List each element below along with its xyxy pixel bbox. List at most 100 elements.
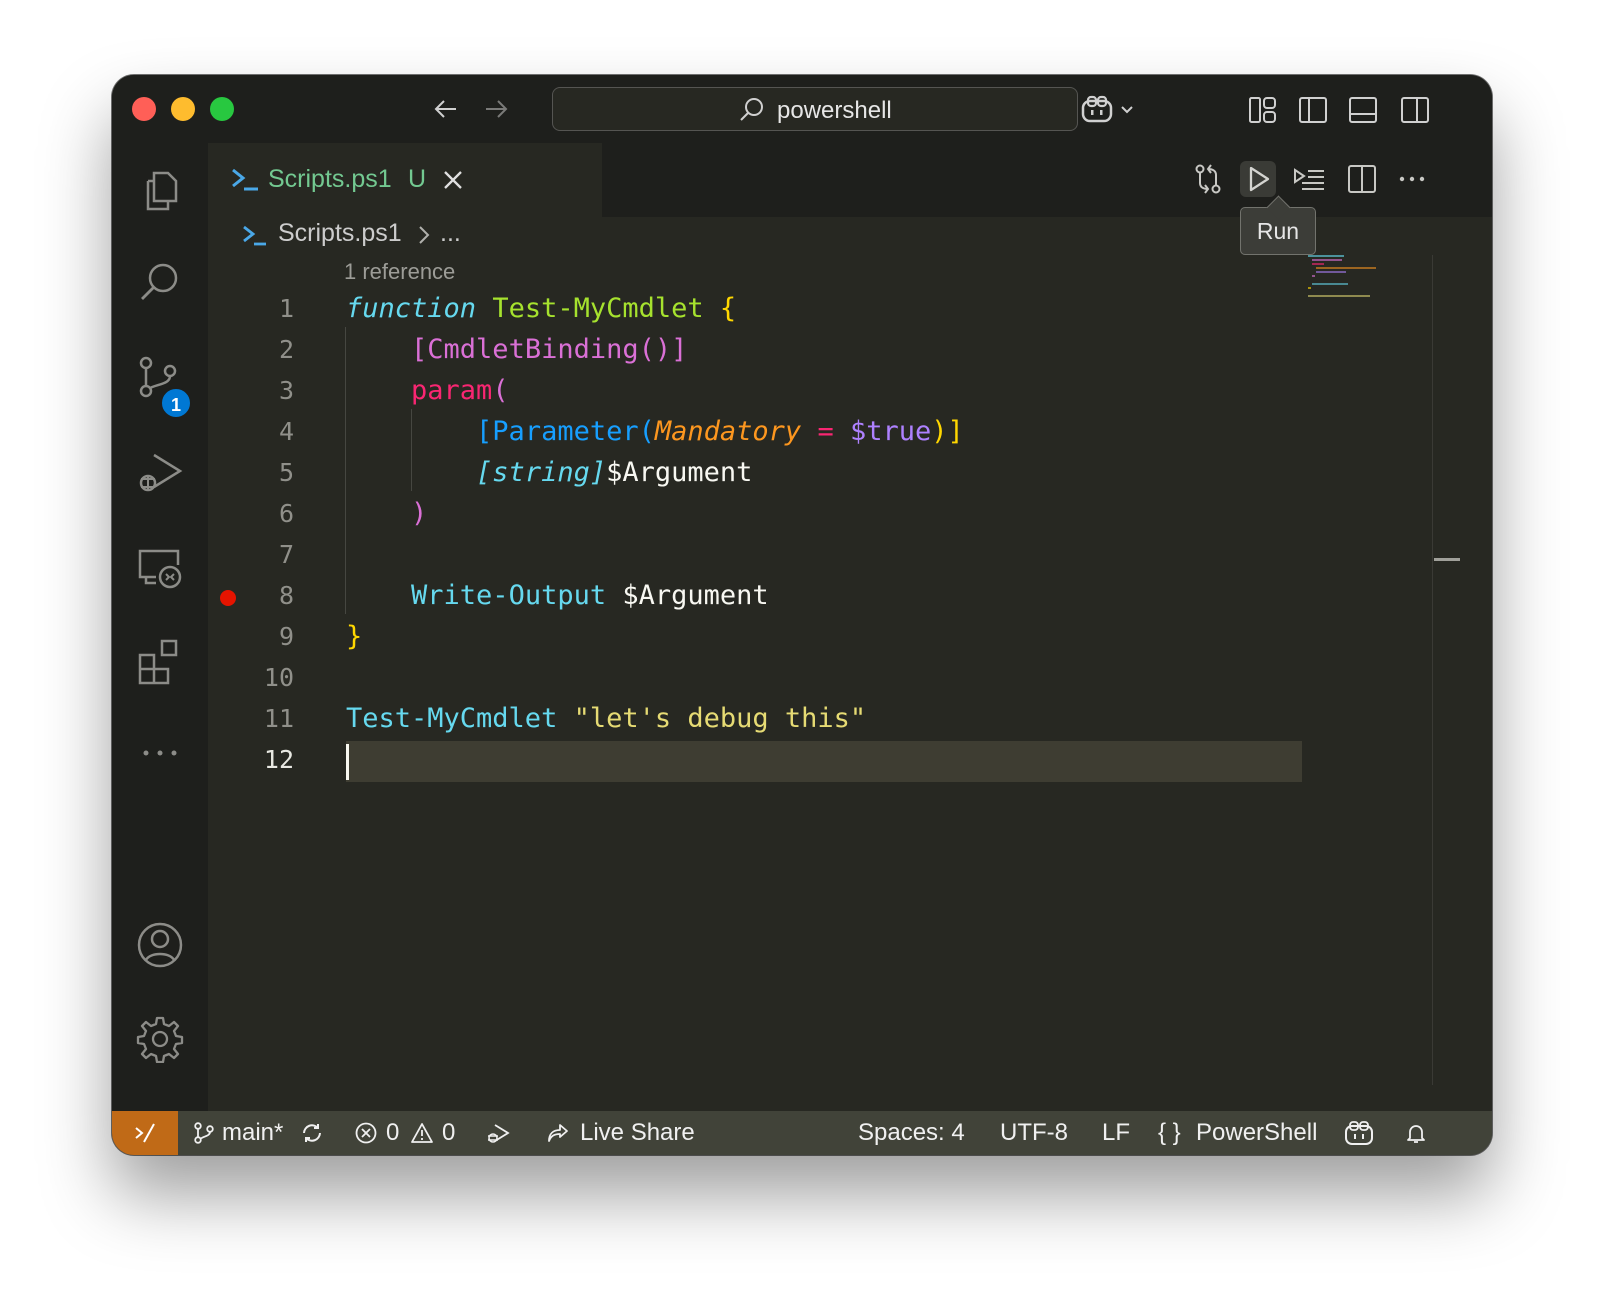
code-line-6: )	[346, 493, 427, 534]
more-views-icon[interactable]	[136, 729, 184, 777]
breadcrumb-file[interactable]: Scripts.ps1	[278, 219, 402, 248]
remote-indicator[interactable]	[112, 1111, 178, 1155]
command-center-text: powershell	[777, 97, 892, 124]
line-number: 8	[278, 581, 294, 610]
accounts-icon[interactable]	[136, 921, 184, 969]
code-line-1: function Test-MyCmdlet {	[346, 288, 736, 329]
remote-explorer-icon[interactable]	[136, 543, 184, 591]
minimize-window-button[interactable]	[171, 97, 195, 121]
run-selection-icon[interactable]	[1292, 161, 1328, 197]
paren: (	[492, 375, 509, 406]
run-and-debug-icon[interactable]	[136, 449, 184, 497]
language-braces-icon: { }	[1158, 1119, 1181, 1146]
branch-icon	[194, 1122, 214, 1144]
keyword: function	[346, 293, 477, 324]
open-changes-icon[interactable]	[1190, 161, 1226, 197]
sync-icon[interactable]	[300, 1121, 324, 1145]
brace: }	[346, 621, 363, 652]
copilot-status-icon[interactable]	[1344, 1119, 1374, 1147]
warning-icon	[411, 1123, 433, 1143]
branch-label[interactable]: main*	[222, 1119, 283, 1147]
line-number: 2	[278, 335, 294, 364]
error-count[interactable]: 0	[386, 1119, 399, 1147]
tab-untracked-status: U	[408, 165, 427, 193]
code-line-5: [string]$Argument	[346, 452, 752, 493]
powershell-file-icon	[232, 168, 258, 191]
code-line-3: param(	[346, 370, 509, 411]
maximize-window-button[interactable]	[210, 97, 234, 121]
language-mode[interactable]: PowerShell	[1196, 1119, 1317, 1147]
toggle-panel-icon[interactable]	[1348, 95, 1378, 125]
editor-tab-bar: Scripts.ps1 U	[208, 143, 1492, 217]
constant: $true	[849, 416, 932, 447]
remote-icon	[135, 1123, 155, 1143]
scrollbar-cursor-marker[interactable]	[1434, 558, 1460, 561]
extensions-icon[interactable]	[136, 637, 184, 685]
line-number: 3	[278, 376, 294, 405]
code-line-9: }	[346, 616, 362, 657]
live-share-icon	[548, 1124, 568, 1142]
minimap[interactable]	[1308, 249, 1428, 309]
attribute-open: [Parameter(	[476, 416, 655, 447]
warning-count[interactable]: 0	[442, 1119, 455, 1147]
code-line-11: Test-MyCmdlet "let's debug this"	[346, 698, 866, 739]
manage-gear-icon[interactable]	[136, 1015, 184, 1063]
search-view-icon[interactable]	[136, 259, 184, 307]
debug-launch-icon[interactable]	[486, 1121, 510, 1145]
function-name: Test-MyCmdlet	[492, 293, 704, 324]
source-control-badge: 1	[160, 387, 192, 419]
customize-layout-icon[interactable]	[1248, 95, 1278, 125]
code-line-2: [CmdletBinding()]	[346, 329, 687, 370]
line-number: 11	[263, 704, 294, 733]
copilot-menu-icon[interactable]	[1080, 93, 1140, 127]
go-back-icon[interactable]	[430, 93, 462, 125]
close-tab-icon[interactable]	[440, 167, 466, 193]
type: [string]	[476, 457, 607, 488]
attribute-close: )]	[931, 416, 964, 447]
run-tooltip: Run	[1240, 195, 1316, 255]
notifications-bell-icon[interactable]	[1404, 1121, 1428, 1145]
powershell-file-icon	[243, 225, 266, 246]
go-forward-icon[interactable]	[480, 93, 512, 125]
title-bar: powershell	[112, 75, 1492, 143]
string: "let's debug this"	[573, 703, 867, 734]
tooltip-text: Run	[1256, 218, 1300, 244]
run-icon[interactable]	[1240, 161, 1276, 197]
operator: =	[817, 416, 834, 447]
search-icon	[740, 98, 763, 121]
split-editor-icon[interactable]	[1344, 161, 1380, 197]
vscode-window: powershell 1 Scripts.ps1 U Scripts.ps1 .…	[112, 75, 1492, 1155]
cmdlet: Write-Output	[411, 580, 607, 611]
close-window-button[interactable]	[132, 97, 156, 121]
parameter-name: Mandatory	[654, 416, 802, 447]
line-number: 12	[263, 745, 294, 774]
tab-scripts-ps1[interactable]: Scripts.ps1 U	[208, 143, 602, 217]
paren: )	[411, 498, 428, 529]
code-line-4: [Parameter(Mandatory = $true)]	[346, 411, 964, 452]
error-icon	[355, 1122, 377, 1144]
breakpoint-marker[interactable]	[220, 590, 236, 606]
more-actions-icon[interactable]	[1394, 161, 1430, 197]
chevron-right-icon	[419, 226, 430, 244]
status-bar: main* 0 0 Live Share Spaces: 4 UTF-8 LF …	[112, 1111, 1492, 1155]
brace: {	[719, 293, 737, 324]
cmdlet: Test-MyCmdlet	[346, 703, 558, 734]
line-number: 7	[278, 540, 294, 569]
line-number: 5	[278, 458, 294, 487]
command-center-search[interactable]: powershell	[552, 87, 1078, 131]
live-share-button[interactable]: Live Share	[580, 1119, 695, 1147]
explorer-icon[interactable]	[136, 167, 184, 215]
codelens-references[interactable]: 1 reference	[344, 259, 455, 285]
variable: $Argument	[622, 580, 769, 611]
line-number: 4	[278, 417, 294, 446]
encoding-setting[interactable]: UTF-8	[1000, 1119, 1068, 1147]
eol-setting[interactable]: LF	[1102, 1119, 1130, 1147]
current-line-highlight	[346, 741, 1302, 782]
variable: $Argument	[606, 457, 753, 488]
text-cursor	[346, 744, 349, 780]
toggle-primary-sidebar-icon[interactable]	[1298, 95, 1328, 125]
indentation-setting[interactable]: Spaces: 4	[858, 1119, 965, 1147]
toggle-secondary-sidebar-icon[interactable]	[1400, 95, 1430, 125]
breadcrumb-more[interactable]: ...	[440, 219, 461, 248]
activity-bar: 1	[112, 143, 208, 1111]
